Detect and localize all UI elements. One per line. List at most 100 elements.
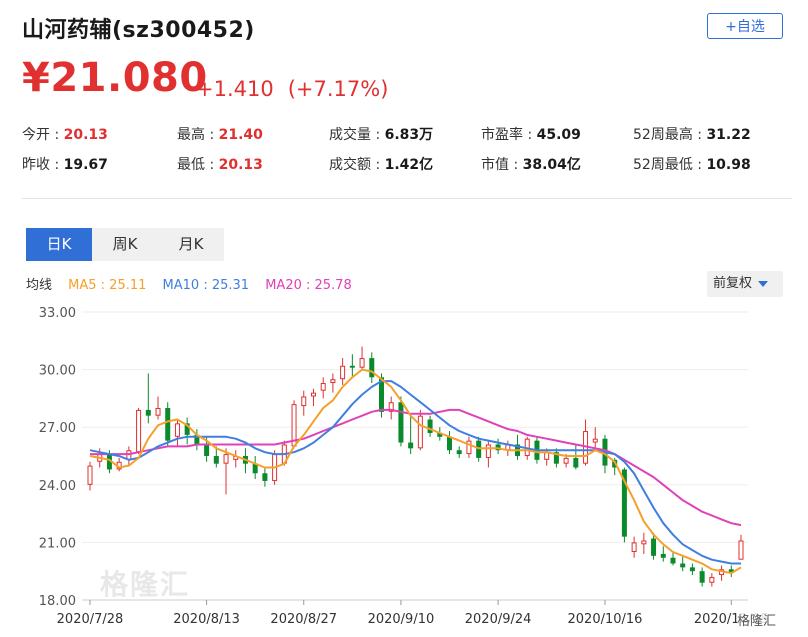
stat-item: 今开 : 20.13 <box>22 124 108 144</box>
corner-watermark: 格隆汇 <box>737 610 777 629</box>
candle-body <box>145 409 151 416</box>
x-tick-label: 2020/8/13 <box>173 612 240 627</box>
divider <box>22 198 792 199</box>
watermark-logo: 格隆汇 <box>100 568 191 601</box>
candle-body <box>563 457 569 464</box>
moving-average-legend: 均线 MA5 : 25.11 MA10 : 25.31 MA20 : 25.78 <box>26 274 364 293</box>
y-tick-label: 18.00 <box>39 594 76 609</box>
stat-value: 1.42亿 <box>384 157 434 173</box>
candle-body <box>544 452 550 460</box>
stat-value: 45.09 <box>536 127 581 143</box>
candle-body <box>359 358 365 368</box>
candle-body <box>155 408 161 416</box>
candle-body <box>136 409 142 453</box>
y-tick-label: 21.00 <box>39 536 76 551</box>
x-tick-label: 2020/8/27 <box>270 612 337 627</box>
candle-body <box>330 379 336 384</box>
stat-label: 最低 : <box>177 157 219 173</box>
candle-body <box>398 402 404 443</box>
price-change-percent: (+7.17%) <box>287 77 389 101</box>
stat-label: 成交额 : <box>329 157 385 173</box>
candle-body <box>262 473 268 481</box>
kline-period-tabs: 日K 周K 月K <box>26 228 224 261</box>
candle-body <box>456 450 462 455</box>
candle-body <box>320 383 326 391</box>
stat-label: 市值 : <box>481 157 523 173</box>
tab-weekly-k[interactable]: 周K <box>92 228 158 261</box>
stat-item: 最高 : 21.40 <box>177 124 263 144</box>
candle-body <box>651 538 657 556</box>
stat-value: 10.98 <box>706 157 751 173</box>
tab-monthly-k[interactable]: 月K <box>158 228 224 261</box>
candle-body <box>310 392 316 397</box>
candle-body <box>660 553 666 558</box>
stat-item: 市值 : 38.04亿 <box>481 154 581 174</box>
stat-value: 21.40 <box>218 127 263 143</box>
price-change: +1.410 (+7.17%) <box>196 77 388 101</box>
candle-body <box>689 567 695 572</box>
candle-body <box>592 438 598 443</box>
stat-item: 52周最高 : 31.22 <box>633 124 751 144</box>
candle-body <box>369 358 375 378</box>
stat-value: 31.22 <box>706 127 751 143</box>
candle-body <box>174 423 180 437</box>
x-tick-label: 2020/9/10 <box>368 612 435 627</box>
stat-value: 19.67 <box>63 157 108 173</box>
candle-body <box>641 540 647 545</box>
candle-body <box>699 571 705 583</box>
y-tick-label: 30.00 <box>39 364 76 379</box>
candle-body <box>87 465 93 485</box>
stat-item: 市盈率 : 45.09 <box>481 124 581 144</box>
y-tick-label: 27.00 <box>39 421 76 436</box>
stat-item: 成交量 : 6.83万 <box>329 124 433 144</box>
current-price: ¥21.080 <box>22 55 208 101</box>
ma5-legend: MA5 : 25.11 <box>68 278 147 293</box>
candle-body <box>427 419 433 433</box>
stock-title: 山河药辅(sz300452) <box>22 18 255 43</box>
candle-body <box>301 396 307 407</box>
candle-body <box>485 444 491 458</box>
candle-body <box>408 442 414 449</box>
add-to-watchlist-button[interactable]: +自选 <box>707 13 783 39</box>
stat-item: 成交额 : 1.42亿 <box>329 154 433 174</box>
stat-label: 成交量 : <box>329 127 385 143</box>
candle-body <box>340 365 346 380</box>
candle-body <box>680 563 686 568</box>
stat-label: 今开 : <box>22 127 64 143</box>
ma10-legend: MA10 : 25.31 <box>162 278 250 293</box>
chevron-down-icon <box>758 280 769 287</box>
candle-body <box>349 365 355 368</box>
candle-body <box>165 408 171 441</box>
stat-label: 最高 : <box>177 127 219 143</box>
price-change-value: +1.410 <box>196 77 274 101</box>
x-tick-label: 2020/10/16 <box>568 612 643 627</box>
stat-label: 市盈率 : <box>481 127 537 143</box>
stat-value: 20.13 <box>63 127 108 143</box>
candle-body <box>223 454 229 464</box>
ma20-legend: MA20 : 25.78 <box>265 278 352 293</box>
candle-body <box>204 444 210 456</box>
stat-item: 昨收 : 19.67 <box>22 154 108 174</box>
x-tick-label: 2020/9/24 <box>465 612 532 627</box>
stat-value: 6.83万 <box>384 127 434 143</box>
tab-daily-k[interactable]: 日K <box>26 228 92 261</box>
y-tick-label: 24.00 <box>39 479 76 494</box>
stat-item: 最低 : 20.13 <box>177 154 263 174</box>
price-adjust-dropdown[interactable]: 前复权 <box>707 271 783 297</box>
candle-body <box>447 436 453 451</box>
candle-body <box>631 542 637 552</box>
ma-legend-label: 均线 <box>26 278 53 293</box>
candle-body <box>417 415 423 449</box>
candle-body <box>709 576 715 583</box>
candle-body <box>573 457 579 468</box>
x-tick-label: 2020/7/28 <box>57 612 124 627</box>
candle-body <box>670 557 676 564</box>
stat-item: 52周最低 : 10.98 <box>633 154 751 174</box>
y-tick-label: 33.00 <box>39 306 76 321</box>
stat-value: 38.04亿 <box>522 157 581 173</box>
candle-body <box>738 540 744 560</box>
candle-body <box>213 456 219 464</box>
stat-label: 52周最高 : <box>633 127 707 143</box>
stat-label: 昨收 : <box>22 157 64 173</box>
stat-value: 20.13 <box>218 157 263 173</box>
